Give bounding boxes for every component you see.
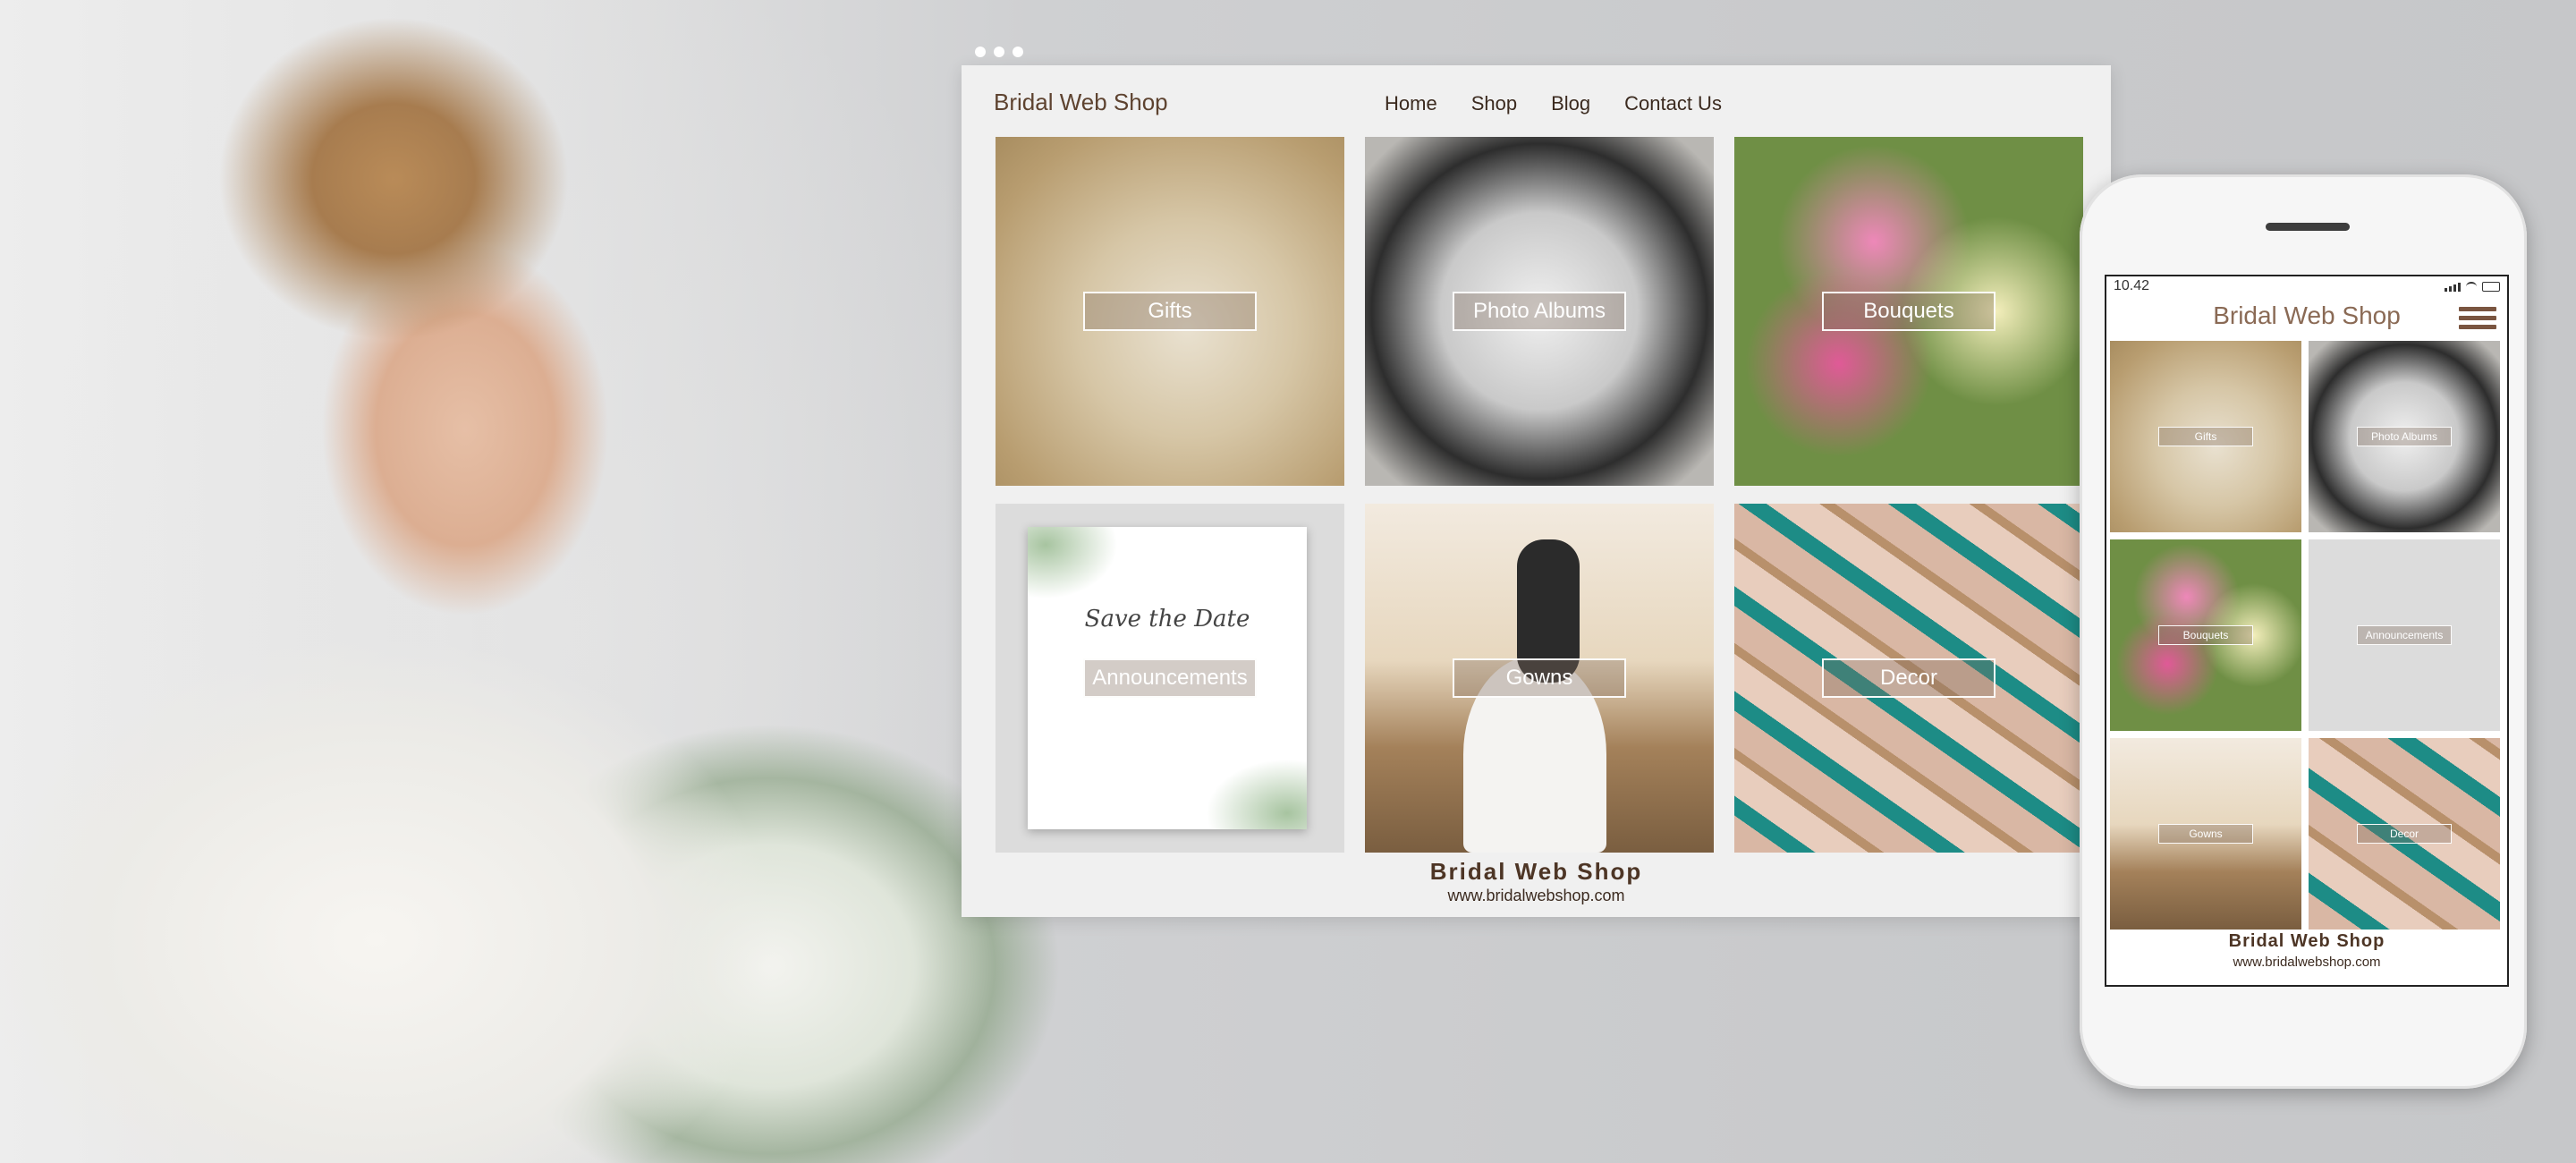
tile-gowns[interactable]: Gowns xyxy=(1365,504,1714,853)
window-dot xyxy=(975,47,986,57)
tile-label-photo-albums: Photo Albums xyxy=(1453,292,1626,331)
phone-mockup: 10.42 Bridal Web Shop Gifts Photo Albums… xyxy=(2080,174,2527,1089)
mobile-tile-decor[interactable]: Decor xyxy=(2309,738,2500,930)
mobile-tile-label-decor: Decor xyxy=(2357,824,2452,844)
tile-decor[interactable]: Decor xyxy=(1734,504,2083,853)
mobile-brand[interactable]: Bridal Web Shop xyxy=(2106,301,2507,330)
mobile-tile-announcements[interactable]: Announcements xyxy=(2309,539,2500,731)
phone-screen: 10.42 Bridal Web Shop Gifts Photo Albums… xyxy=(2105,275,2509,987)
window-dots xyxy=(975,47,1023,57)
card-title: Save the Date xyxy=(1084,606,1250,632)
mobile-tile-label-gowns: Gowns xyxy=(2158,824,2253,844)
signal-icon xyxy=(2445,283,2461,292)
tile-photo-albums[interactable]: Photo Albums xyxy=(1365,137,1714,486)
footer-brand: Bridal Web Shop xyxy=(1429,858,1643,885)
mobile-tile-photo-albums[interactable]: Photo Albums xyxy=(2309,341,2500,532)
tile-announcements[interactable]: Save the Date Announcements xyxy=(996,504,1344,853)
mobile-tile-label-bouquets: Bouquets xyxy=(2158,625,2253,645)
mobile-tile-label-photo-albums: Photo Albums xyxy=(2357,427,2452,446)
footer-url[interactable]: www.bridalwebshop.com xyxy=(962,887,2111,905)
tile-bouquets[interactable]: Bouquets xyxy=(1734,137,2083,486)
window-dot xyxy=(1013,47,1023,57)
main-nav: Home Shop Blog Contact Us xyxy=(1385,92,1722,115)
tile-label-gifts: Gifts xyxy=(1083,292,1257,331)
menu-icon[interactable] xyxy=(2459,307,2496,334)
nav-blog[interactable]: Blog xyxy=(1551,92,1590,115)
mobile-tile-gowns[interactable]: Gowns xyxy=(2110,738,2301,930)
mobile-tile-gifts[interactable]: Gifts xyxy=(2110,341,2301,532)
status-time: 10.42 xyxy=(2114,278,2150,293)
desktop-browser-mockup: Bridal Web Shop Home Shop Blog Contact U… xyxy=(962,65,2111,917)
tile-label-decor: Decor xyxy=(1822,658,1996,698)
nav-contact[interactable]: Contact Us xyxy=(1624,92,1722,115)
site-brand[interactable]: Bridal Web Shop xyxy=(994,89,1168,116)
tile-gifts[interactable]: Gifts xyxy=(996,137,1344,486)
window-dot xyxy=(994,47,1004,57)
nav-shop[interactable]: Shop xyxy=(1471,92,1517,115)
phone-speaker xyxy=(2266,223,2350,231)
tile-label-gowns: Gowns xyxy=(1453,658,1626,698)
nav-home[interactable]: Home xyxy=(1385,92,1437,115)
tile-label-bouquets: Bouquets xyxy=(1822,292,1996,331)
status-icons xyxy=(2445,282,2500,292)
mobile-tile-label-announcements: Announcements xyxy=(2357,625,2452,645)
mobile-tile-label-gifts: Gifts xyxy=(2158,427,2253,446)
mobile-footer-url[interactable]: www.bridalwebshop.com xyxy=(2106,955,2507,970)
category-grid: Gifts Photo Albums Bouquets Save the Dat… xyxy=(996,137,2087,853)
battery-icon xyxy=(2482,282,2500,292)
tile-label-announcements: Announcements xyxy=(1083,658,1257,698)
mobile-tile-bouquets[interactable]: Bouquets xyxy=(2110,539,2301,731)
mobile-footer-brand: Bridal Web Shop xyxy=(2228,931,2385,951)
wifi-icon xyxy=(2466,282,2477,292)
